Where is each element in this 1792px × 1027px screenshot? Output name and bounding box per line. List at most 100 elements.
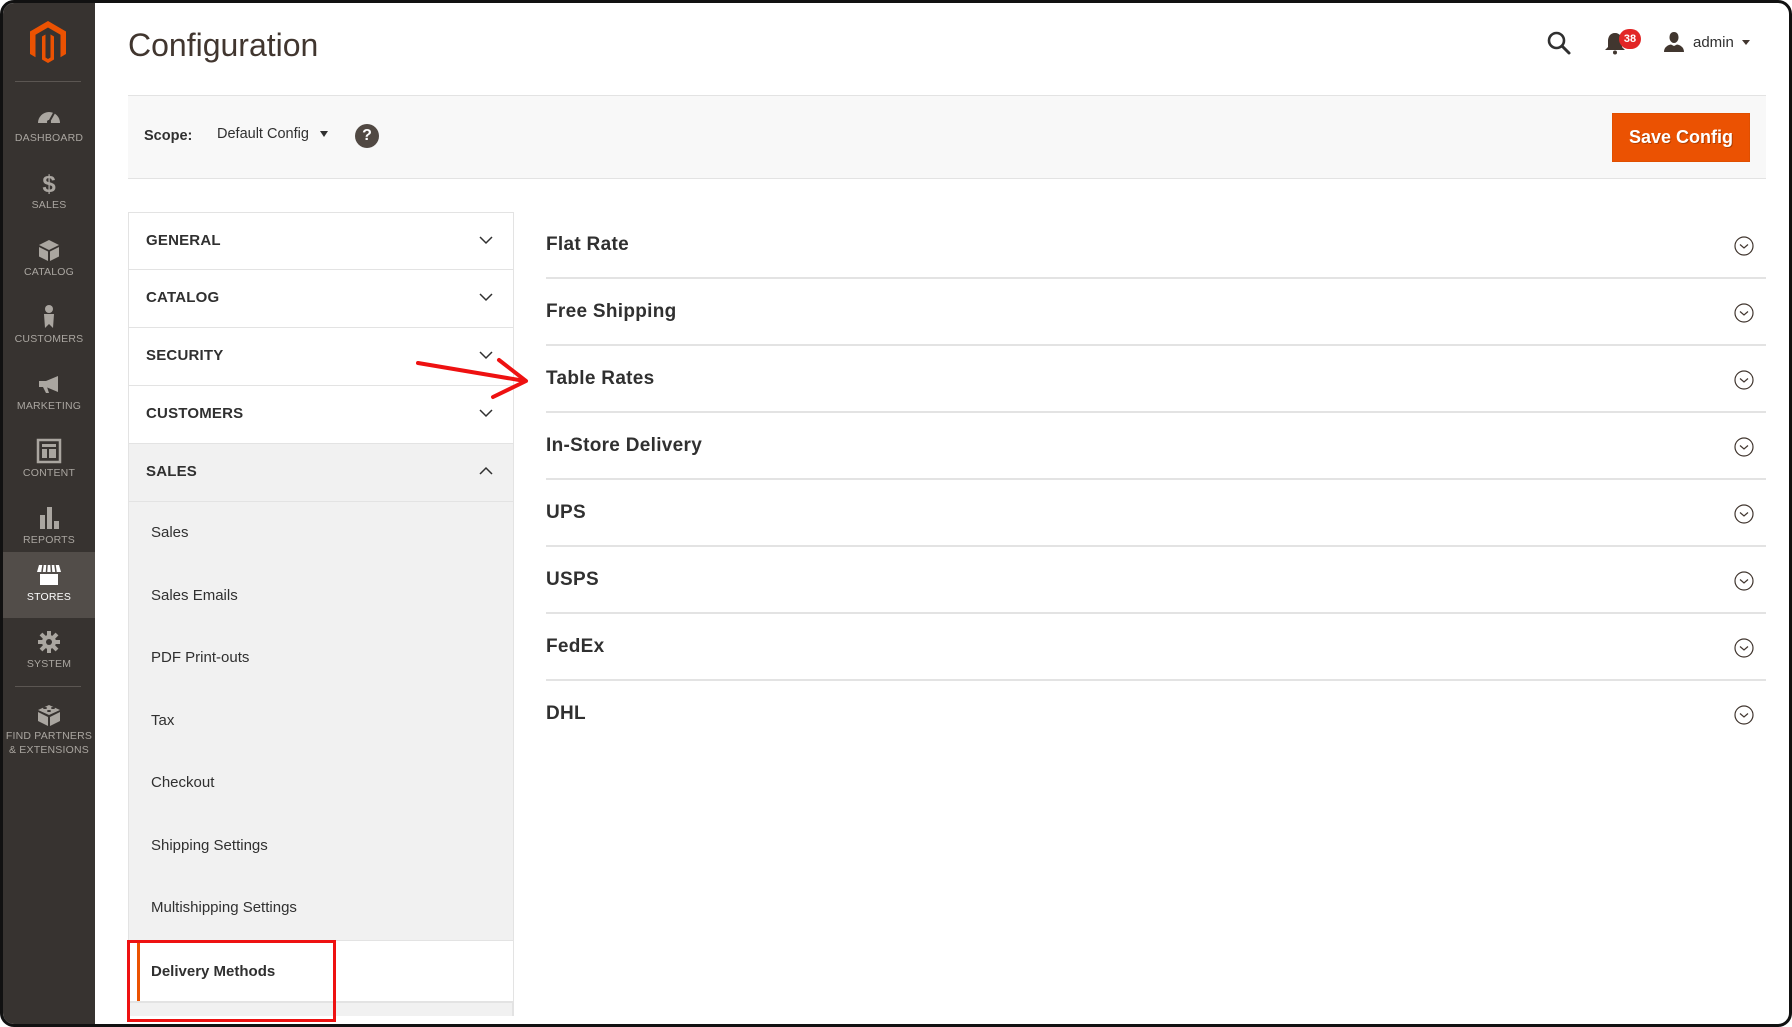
subnav-item-pdf-printouts[interactable]: PDF Print-outs [129,627,513,690]
expand-circle-icon [1734,437,1754,457]
expand-circle-icon [1734,370,1754,390]
subnav-item-label: Multishipping Settings [151,899,297,916]
chevron-down-icon [1741,39,1750,45]
config-tab-sales[interactable]: SALES [128,444,514,502]
user-icon [1664,32,1684,52]
sidebar-item-customers[interactable]: CUSTOMERS [3,294,95,360]
section-title: FedEx [546,636,605,657]
subnav-item-checkout[interactable]: Checkout [129,752,513,815]
dollar-icon: $ [42,171,56,196]
subnav-item-label: PDF Print-outs [151,649,250,666]
gear-icon [38,631,60,653]
scope-label: Scope: [144,128,193,144]
config-tab-security[interactable]: SECURITY [128,328,514,386]
section-title: UPS [546,502,586,523]
sidebar-item-label: MARKETING [16,400,82,412]
section-title: Table Rates [546,368,655,389]
expand-circle-icon [1734,236,1754,256]
sidebar-item-catalog[interactable]: CATALOG [3,227,95,293]
expand-circle-icon [1734,705,1754,725]
section-in-store-delivery[interactable]: In-Store Delivery [546,413,1766,480]
sidebar-item-label: STORES [26,591,72,603]
notifications-badge[interactable]: 38 [1619,29,1641,49]
user-name: admin [1693,33,1734,51]
sales-subnav: Sales Sales Emails PDF Print-outs Tax Ch… [128,502,514,1016]
subnav-item-label: Sales [151,524,189,541]
section-title: USPS [546,569,599,590]
subnav-item-label: Checkout [151,774,215,791]
config-tab-customers[interactable]: CUSTOMERS [128,386,514,444]
sidebar-item-label: CUSTOMERS [14,333,84,345]
search-icon[interactable] [1546,30,1572,56]
magento-logo-icon[interactable] [27,19,69,65]
expand-circle-icon [1734,504,1754,524]
section-table-rates[interactable]: Table Rates [546,346,1766,413]
chevron-down-icon [479,409,493,418]
subnav-item-multishipping-settings[interactable]: Multishipping Settings [129,877,513,940]
config-tab-label: GENERAL [146,232,221,249]
section-title: Free Shipping [546,301,677,322]
sidebar-item-sales[interactable]: $ SALES [3,160,95,226]
sidebar-item-dashboard[interactable]: DASHBOARD [3,93,95,159]
chevron-down-icon [479,236,493,245]
layout-icon [36,438,62,464]
config-nav: GENERAL CATALOG SECURITY CUSTOMERS SALES… [128,212,514,1016]
megaphone-icon [39,376,58,393]
config-tab-label: CATALOG [146,289,220,306]
section-usps[interactable]: USPS [546,547,1766,614]
save-config-button[interactable]: Save Config [1612,113,1750,162]
config-tab-label: SALES [146,463,198,480]
subnav-item-sales-emails[interactable]: Sales Emails [129,565,513,628]
sidebar-item-content[interactable]: CONTENT [3,428,95,494]
sidebar-item-label: SYSTEM [26,658,72,670]
page-title: Configuration [128,27,319,63]
expand-circle-icon [1734,638,1754,658]
scope-bar: Scope: Default Config ? Save Config [128,95,1766,179]
section-dhl[interactable]: DHL [546,681,1766,748]
chevron-down-icon [479,293,493,302]
lego-brick-icon [38,705,60,726]
sidebar-item-label: SALES [31,199,67,211]
user-menu[interactable]: admin [1663,29,1750,55]
config-tab-general[interactable]: GENERAL [128,212,514,270]
sidebar-item-label: FIND PARTNERS [5,730,93,742]
chevron-down-icon [479,351,493,360]
section-free-shipping[interactable]: Free Shipping [546,279,1766,346]
sidebar-item-stores[interactable]: STORES [3,552,95,618]
subnav-item-tax[interactable]: Tax [129,690,513,753]
person-icon [44,305,54,328]
scope-switcher[interactable]: Default Config [217,126,328,142]
chevron-down-icon [319,131,328,137]
sidebar-item-label: CONTENT [22,467,76,479]
box-icon [39,240,59,261]
help-icon[interactable]: ? [355,124,379,148]
svg-text:$: $ [42,171,56,196]
delivery-method-sections: Flat Rate Free Shipping Table Rates In-S… [546,212,1766,748]
section-title: In-Store Delivery [546,435,703,456]
admin-sidebar: DASHBOARD $ SALES CATALOG CUSTOMERS MARK… [3,3,95,1024]
sidebar-item-system[interactable]: SYSTEM [3,619,95,685]
sidebar-item-marketing[interactable]: MARKETING [3,361,95,427]
sidebar-divider [15,81,81,82]
sidebar-item-find-partners[interactable]: FIND PARTNERS & EXTENSIONS [3,691,95,763]
subnav-item-shipping-settings[interactable]: Shipping Settings [129,815,513,878]
config-tab-label: CUSTOMERS [146,405,244,422]
subnav-item-label: Shipping Settings [151,836,268,854]
sidebar-item-label: CATALOG [23,266,75,278]
subnav-item-delivery-methods[interactable]: Delivery Methods [129,939,513,1002]
section-fedex[interactable]: FedEx [546,614,1766,681]
storefront-icon [37,564,61,585]
section-ups[interactable]: UPS [546,480,1766,547]
sidebar-item-label: DASHBOARD [14,132,84,144]
config-tab-label: SECURITY [146,347,224,364]
subnav-more [129,1002,513,1016]
subnav-item-sales[interactable]: Sales [129,502,513,565]
sidebar-divider [15,686,81,687]
screenshot-frame: DASHBOARD $ SALES CATALOG CUSTOMERS MARK… [0,0,1792,1027]
section-flat-rate[interactable]: Flat Rate [546,212,1766,279]
expand-circle-icon [1734,571,1754,591]
scope-value: Default Config [217,126,309,142]
config-tab-catalog[interactable]: CATALOG [128,270,514,328]
chevron-up-icon [479,466,493,475]
section-title: Flat Rate [546,234,629,255]
